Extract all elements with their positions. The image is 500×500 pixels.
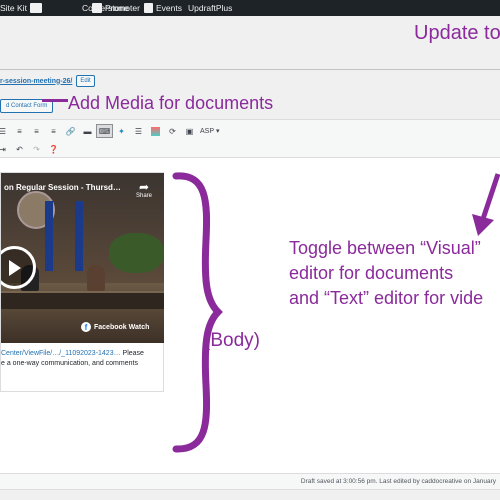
redo-icon[interactable]: ↷	[28, 142, 45, 156]
indent-icon[interactable]: ⇥	[0, 142, 11, 156]
annotation-toggle-line-3: and “Text” editor for vide	[289, 288, 484, 308]
admin-bar-updraftplus-label: UpdraftPlus	[188, 3, 233, 13]
video-thumbnail[interactable]: on Regular Session - Thursd… ➦ Share f F…	[1, 173, 164, 343]
facebook-embed-card: on Regular Session - Thursd… ➦ Share f F…	[0, 172, 164, 392]
admin-bar-updraftplus[interactable]: UpdraftPlus	[188, 0, 232, 16]
annotation-update: Update to	[414, 22, 500, 44]
align-left-icon[interactable]: ≡	[11, 124, 28, 138]
brand-icon[interactable]: ✦	[113, 124, 130, 138]
caption-text-2: e a one-way communication, and comments	[1, 360, 138, 367]
caption-text-1: Please	[120, 350, 144, 357]
permalink-row: r-session-meeting-26/ Edit	[0, 75, 95, 87]
asp-dropdown[interactable]: ASP	[200, 128, 214, 135]
admin-bar-events[interactable]: Events	[144, 0, 182, 16]
permalink-link[interactable]: r-session-meeting-26/	[0, 78, 72, 85]
video-title: on Regular Session - Thursd…	[4, 183, 121, 192]
editor-status-bar: Draft saved at 3:00:56 pm. Last edited b…	[0, 474, 500, 490]
cornerstone-icon	[30, 3, 42, 13]
draft-saved-status: Draft saved at 3:00:56 pm. Last edited b…	[300, 478, 496, 485]
undo-icon[interactable]: ↶	[11, 142, 28, 156]
chevron-down-icon: ▾	[216, 128, 220, 135]
annotation-brace	[172, 172, 223, 453]
sync-icon[interactable]: ⟳	[164, 124, 181, 138]
promoter-icon	[92, 3, 102, 13]
permalink-edit-button[interactable]: Edit	[76, 75, 95, 87]
annotation-body: (Body)	[204, 330, 260, 351]
brace-path	[172, 172, 223, 453]
facebook-watch-label: Facebook Watch	[94, 323, 150, 331]
editor-toolbar: ☰ ≡ ≡ ≡ 🔗 ▬ ⌨ ✦ ☰ ⟳ ▣ ASP ▾ ⇥ ↶ ↷ ❓	[0, 120, 500, 158]
annotation-arrow-add-media	[42, 99, 68, 102]
admin-bar-events-label: Events	[156, 3, 182, 13]
layers-icon[interactable]: ☰	[130, 124, 147, 138]
caption-link[interactable]: Center/ViewFile/…/_11092023-1423…	[1, 350, 121, 357]
admin-bar: Site Kit Cornerstone Promoter Events Upd…	[0, 0, 500, 16]
desk-image	[1, 291, 164, 309]
annotation-arrow-toggle	[472, 173, 500, 236]
share-label: Share	[135, 193, 152, 199]
flag-image	[45, 201, 53, 271]
admin-bar-promoter[interactable]: Promoter	[92, 0, 140, 16]
annotation-toggle-line-1: Toggle between “Visual”	[289, 238, 481, 258]
flag-image	[75, 201, 83, 271]
facebook-icon: f	[81, 322, 91, 332]
link-icon[interactable]: 🔗	[62, 124, 79, 138]
divider	[0, 69, 500, 70]
share-button[interactable]: ➦ Share	[133, 181, 155, 199]
person-image	[87, 265, 105, 291]
admin-bar-promoter-label: Promoter	[105, 3, 140, 13]
text-align-icon[interactable]: ☰	[0, 124, 11, 138]
horizontal-rule-icon[interactable]: ▬	[79, 124, 96, 138]
align-center-icon[interactable]: ≡	[28, 124, 45, 138]
calendar-icon	[144, 3, 153, 13]
admin-bar-site-kit-label: Site Kit	[0, 3, 27, 13]
help-icon[interactable]: ❓	[45, 142, 62, 156]
keyboard-icon[interactable]: ⌨	[96, 124, 113, 138]
toolbar-row-1: ☰ ≡ ≡ ≡ 🔗 ▬ ⌨ ✦ ☰ ⟳ ▣ ASP ▾	[0, 123, 220, 139]
facebook-watch-badge[interactable]: f Facebook Watch	[81, 322, 149, 332]
plant-image	[109, 233, 164, 273]
align-right-icon[interactable]: ≡	[45, 124, 62, 138]
admin-bar-cornerstone[interactable]: Cornerstone	[30, 0, 129, 16]
embed-caption: Center/ViewFile/…/_11092023-1423… Please…	[1, 349, 161, 369]
toolbar-row-2: ⇥ ↶ ↷ ❓	[0, 141, 62, 157]
share-icon: ➦	[138, 180, 150, 194]
embed-icon[interactable]: ▣	[181, 124, 198, 138]
annotation-toggle-line-2: editor for documents	[289, 263, 454, 283]
annotation-add-media: Add Media for documents	[68, 93, 274, 113]
play-icon	[9, 260, 21, 276]
color-block-icon[interactable]	[147, 124, 164, 138]
